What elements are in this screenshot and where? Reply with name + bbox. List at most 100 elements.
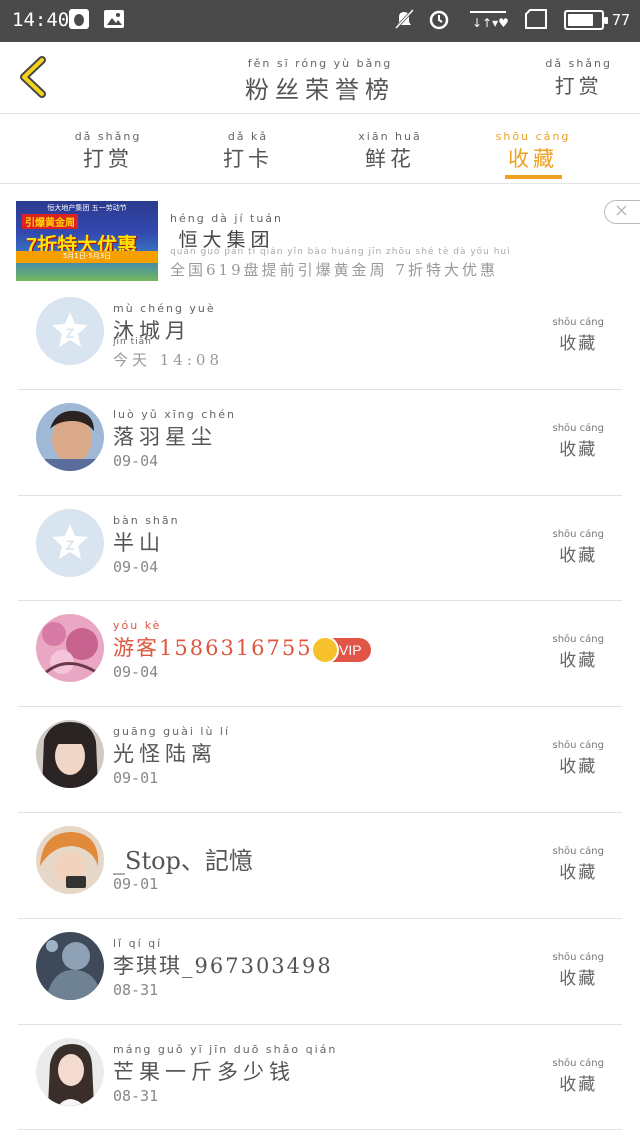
user-name: lǐ qí qí 李琪琪_967303498 bbox=[113, 937, 333, 980]
user-date: 08-31 bbox=[113, 1086, 159, 1105]
battery-icon bbox=[564, 10, 608, 30]
tab-favorites[interactable]: shōu cáng 收藏 bbox=[483, 130, 583, 173]
default-avatar[interactable]: Z bbox=[36, 297, 104, 365]
user-name: bàn shān 半山 bbox=[113, 514, 180, 557]
user-date-text: 今天 14:08 bbox=[113, 351, 223, 369]
user-name-text: 李琪琪_967303498 bbox=[113, 953, 333, 978]
user-avatar[interactable] bbox=[36, 402, 104, 471]
page-title-pinyin: fěn sī róng yù bǎng bbox=[247, 57, 393, 70]
user-avatar[interactable] bbox=[36, 720, 104, 789]
favorite-label-pinyin: shōu cáng bbox=[552, 951, 605, 963]
ad-image-bottom-text: 5月1日-5月3日 bbox=[16, 251, 158, 263]
ad-description-text: 全国619盘提前引爆黄金周 7折特大优惠 bbox=[170, 261, 498, 279]
status-bar: 14:40 ↓↑▾♥ 77 bbox=[0, 0, 640, 42]
favorite-label: shōu cáng 收藏 bbox=[553, 528, 605, 566]
list-item[interactable]: _Stop、記憶 09-01 shōu cáng 收藏 bbox=[0, 813, 640, 919]
avatar-photo bbox=[36, 1037, 104, 1106]
vip-label: VIP bbox=[339, 642, 362, 659]
svg-text:Z: Z bbox=[66, 325, 75, 341]
user-name: máng guǒ yī jīn duō shǎo qián 芒果一斤多少钱 bbox=[113, 1043, 337, 1086]
user-date-pinyin: jīn tiān bbox=[113, 337, 152, 347]
favorite-label-text: 收藏 bbox=[559, 968, 598, 989]
ad-banner[interactable]: 恒大地产集团 五一劳动节 引爆黄金周 7折特大优惠 5月1日-5月3日 héng… bbox=[0, 190, 640, 284]
user-name-pinyin: mù chéng yuè bbox=[113, 302, 216, 315]
default-avatar-icon: Z bbox=[52, 523, 88, 559]
list-item[interactable]: guāng guài lù lí 光怪陆离 09-01 shōu cáng 收藏 bbox=[0, 707, 640, 813]
tab-tip-label: 打赏 bbox=[83, 147, 133, 171]
user-date: 09-01 bbox=[113, 874, 159, 893]
favorite-label-pinyin: shōu cáng bbox=[552, 740, 605, 752]
divider bbox=[18, 1129, 622, 1131]
user-name-pinyin: máng guǒ yī jīn duō shǎo qián bbox=[113, 1042, 338, 1056]
user-name-text: 落羽星尘 bbox=[113, 424, 217, 449]
user-name-pinyin: luò yǔ xīng chén bbox=[113, 407, 237, 421]
favorite-label-pinyin: shōu cáng bbox=[552, 1057, 605, 1069]
user-name-text: 半山 bbox=[113, 530, 165, 555]
mute-icon bbox=[394, 8, 415, 30]
crown-icon bbox=[311, 636, 339, 665]
user-avatar[interactable] bbox=[36, 614, 104, 683]
tab-favorites-label: 收藏 bbox=[508, 147, 558, 171]
vip-badge: VIP bbox=[311, 636, 371, 665]
favorite-label: shōu cáng 收藏 bbox=[553, 845, 605, 883]
tab-checkin-pinyin: dǎ kǎ bbox=[227, 130, 269, 143]
svg-text:Z: Z bbox=[66, 537, 75, 553]
favorite-label-text: 收藏 bbox=[559, 862, 598, 883]
tip-button[interactable]: dǎ shǎng 打赏 bbox=[545, 57, 612, 99]
list-item[interactable]: máng guǒ yī jīn duō shǎo qián 芒果一斤多少钱 08… bbox=[0, 1025, 640, 1131]
ad-image[interactable]: 恒大地产集团 五一劳动节 引爆黄金周 7折特大优惠 5月1日-5月3日 bbox=[16, 201, 158, 281]
qq-penguin-icon bbox=[69, 9, 89, 29]
favorite-label-pinyin: shōu cáng bbox=[552, 528, 605, 540]
list-item[interactable]: lǐ qí qí 李琪琪_967303498 08-31 shōu cáng 收… bbox=[0, 919, 640, 1025]
list-item[interactable]: yóu kè 游客1586316755066 VIP 09-04 shōu cá… bbox=[0, 601, 640, 708]
close-icon[interactable]: × bbox=[604, 200, 640, 224]
favorite-label-text: 收藏 bbox=[559, 757, 598, 778]
tip-button-pinyin: dǎ shǎng bbox=[545, 57, 612, 70]
favorite-label-text: 收藏 bbox=[559, 1074, 598, 1095]
list-item[interactable]: luò yǔ xīng chén 落羽星尘 09-04 shōu cáng 收藏 bbox=[0, 390, 640, 496]
user-avatar[interactable] bbox=[36, 931, 104, 1000]
favorite-label: shōu cáng 收藏 bbox=[553, 316, 605, 354]
favorite-label: shōu cáng 收藏 bbox=[553, 422, 605, 460]
user-name-pinyin: bàn shān bbox=[113, 513, 180, 527]
header: fěn sī róng yù bǎng 粉丝荣誉榜 dǎ shǎng 打赏 bbox=[0, 42, 640, 114]
list-item[interactable]: Z bàn shān 半山 09-04 shōu cáng 收藏 bbox=[0, 496, 640, 602]
user-name-text: 芒果一斤多少钱 bbox=[113, 1059, 295, 1084]
battery-level: 77 bbox=[611, 11, 630, 29]
user-avatar[interactable] bbox=[36, 825, 104, 894]
tab-checkin-label: 打卡 bbox=[223, 147, 273, 171]
page-title-text: 粉丝荣誉榜 bbox=[245, 76, 395, 104]
tab-flowers[interactable]: xiān huā 鲜花 bbox=[340, 130, 440, 173]
user-date: 08-31 bbox=[113, 980, 159, 999]
tab-tip[interactable]: dǎ shǎng 打赏 bbox=[58, 130, 158, 173]
tab-checkin[interactable]: dǎ kǎ 打卡 bbox=[198, 130, 298, 173]
favorite-label-text: 收藏 bbox=[559, 651, 598, 672]
favorite-label-pinyin: shōu cáng bbox=[552, 317, 605, 328]
favorite-label-text: 收藏 bbox=[559, 545, 598, 566]
alarm-icon bbox=[429, 10, 449, 30]
favorite-label: shōu cáng 收藏 bbox=[553, 1057, 605, 1095]
favorite-label: shōu cáng 收藏 bbox=[553, 739, 605, 777]
user-name: guāng guài lù lí 光怪陆离 bbox=[113, 725, 230, 768]
default-avatar-icon: Z bbox=[52, 312, 88, 347]
user-avatar[interactable] bbox=[36, 1037, 104, 1106]
avatar-photo bbox=[36, 614, 104, 683]
favorite-label: shōu cáng 收藏 bbox=[553, 951, 605, 989]
list-item[interactable]: Z mù chéng yuè 沐城月 jīn tiān 今天 14:08 shō… bbox=[0, 284, 640, 390]
user-date: 09-04 bbox=[113, 451, 159, 470]
avatar-photo bbox=[36, 402, 104, 471]
user-name-text: 光怪陆离 bbox=[113, 742, 217, 767]
favorite-label: shōu cáng 收藏 bbox=[553, 633, 605, 671]
favorite-label-pinyin: shōu cáng bbox=[552, 845, 605, 857]
ad-description: quán guó pán tí qián yǐn bào huáng jīn z… bbox=[170, 246, 511, 280]
ad-description-pinyin: quán guó pán tí qián yǐn bào huáng jīn z… bbox=[170, 247, 511, 257]
tip-button-label: 打赏 bbox=[554, 74, 603, 98]
user-name-pinyin: guāng guài lù lí bbox=[113, 725, 231, 739]
avatar-photo bbox=[36, 720, 104, 789]
avatar-photo bbox=[36, 931, 104, 1000]
default-avatar[interactable]: Z bbox=[36, 508, 104, 577]
tab-flowers-label: 鲜花 bbox=[365, 147, 415, 171]
signal-icon: ↓↑▾♥ bbox=[470, 11, 508, 30]
user-name: _Stop、記憶 bbox=[113, 846, 253, 875]
user-name: luò yǔ xīng chén 落羽星尘 bbox=[113, 408, 236, 451]
